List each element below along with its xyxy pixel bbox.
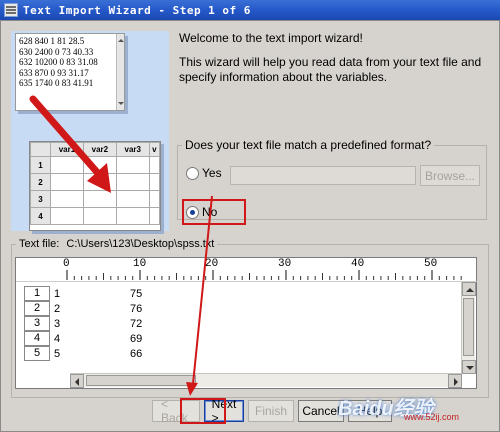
grid-header: var1: [50, 142, 84, 157]
ruler-mark: 30: [278, 258, 292, 270]
predefined-format-legend: Does your text file match a predefined f…: [185, 138, 432, 152]
grid-header: v: [148, 142, 161, 157]
predefined-format-input[interactable]: [230, 166, 416, 185]
grid-row-number: 3: [30, 190, 51, 208]
cell: 2: [54, 302, 61, 315]
cancel-button[interactable]: Cancel: [298, 400, 344, 422]
notepad-line: 632 10200 0 83 31.08: [19, 57, 98, 67]
ruler-ticks: [66, 270, 462, 280]
vertical-scroll-thumb[interactable]: [463, 298, 474, 356]
horizontal-scroll-thumb[interactable]: [86, 375, 196, 386]
welcome-heading: Welcome to the text import wizard!: [179, 31, 363, 45]
notepad-line: 628 840 1 81 28.5: [19, 36, 85, 46]
no-option-highlight: [182, 199, 246, 225]
next-button-highlight: [180, 398, 226, 424]
ruler-mark: 40: [351, 258, 365, 270]
row-number: 3: [24, 316, 50, 331]
notepad-line: 635 1740 0 83 41.91: [19, 78, 94, 88]
notepad-line: 630 2400 0 73 40.33: [19, 46, 94, 57]
help-button[interactable]: Help: [348, 400, 392, 422]
row-number: 4: [24, 331, 50, 346]
notepad-line: 633 870 0 93 31.17: [19, 67, 89, 78]
yes-radio[interactable]: Yes: [186, 166, 222, 180]
table-row: 1 1 75: [24, 286, 466, 301]
text-file-path: C:\Users\123\Desktop\spss.txt: [66, 238, 215, 250]
yes-radio-label: Yes: [202, 166, 222, 180]
notepad-scrollbar: [116, 34, 124, 110]
preview-rows: 1 1 75 2 2 76 3 3 72 4 4 69 5 5 66: [24, 286, 466, 361]
row-number: 2: [24, 301, 50, 316]
illustration-text-file: 628 840 1 81 28.5 630 2400 0 73 40.33 63…: [15, 33, 125, 111]
table-app-icon: [4, 3, 18, 17]
text-file-label: Text file:: [19, 238, 60, 250]
cell: 1: [54, 287, 61, 300]
table-row: 3 3 72: [24, 316, 466, 331]
wizard-window: 628 840 1 81 28.5 630 2400 0 73 40.33 63…: [0, 20, 500, 432]
cell: 5: [54, 347, 61, 360]
cell: 72: [130, 317, 143, 330]
text-file-preview[interactable]: 0 10 20 30 40 50 1 1 75 2 2 76 3 3 72 4 …: [15, 257, 478, 389]
cell: 66: [130, 347, 143, 360]
row-number: 5: [24, 346, 50, 361]
scroll-up-icon[interactable]: [462, 282, 476, 296]
wizard-illustration: 628 840 1 81 28.5 630 2400 0 73 40.33 63…: [11, 31, 169, 231]
scroll-down-icon[interactable]: [462, 360, 476, 374]
radio-unchecked-icon[interactable]: [186, 166, 199, 180]
ruler-mark: 50: [424, 258, 438, 270]
grid-header: var3: [115, 142, 150, 157]
cell: 4: [54, 332, 61, 345]
browse-button[interactable]: Browse...: [420, 165, 480, 186]
ruler-mark: 20: [205, 258, 219, 270]
horizontal-scrollbar[interactable]: [70, 373, 462, 388]
cell: 75: [130, 287, 143, 300]
table-row: 5 5 66: [24, 346, 466, 361]
scroll-right-icon[interactable]: [448, 374, 462, 388]
ruler-mark: 10: [133, 258, 147, 270]
grid-header: var2: [82, 142, 117, 157]
illustration-data-grid: var1 var2 var3 v 1 2 3 4: [29, 141, 161, 231]
table-row: 2 2 76: [24, 301, 466, 316]
table-row: 4 4 69: [24, 331, 466, 346]
text-file-legend: Text file: C:\Users\123\Desktop\spss.txt: [16, 238, 217, 250]
grid-row-number: 4: [30, 207, 51, 225]
grid-row-number: 1: [30, 156, 51, 174]
cell: 69: [130, 332, 143, 345]
ruler-mark: 0: [63, 258, 70, 270]
predefined-format-group: Does your text file match a predefined f…: [177, 138, 487, 225]
window-title: Text Import Wizard - Step 1 of 6: [23, 3, 251, 17]
wizard-description: This wizard will help you read data from…: [179, 55, 482, 84]
cell: 3: [54, 317, 61, 330]
cell: 76: [130, 302, 143, 315]
vertical-scrollbar[interactable]: [461, 282, 476, 374]
scroll-left-icon[interactable]: [70, 374, 84, 388]
finish-button[interactable]: Finish: [248, 400, 294, 422]
row-number: 1: [24, 286, 50, 301]
column-ruler: 0 10 20 30 40 50: [16, 258, 478, 282]
grid-row-number: 2: [30, 173, 51, 191]
title-bar: Text Import Wizard - Step 1 of 6: [0, 0, 500, 20]
